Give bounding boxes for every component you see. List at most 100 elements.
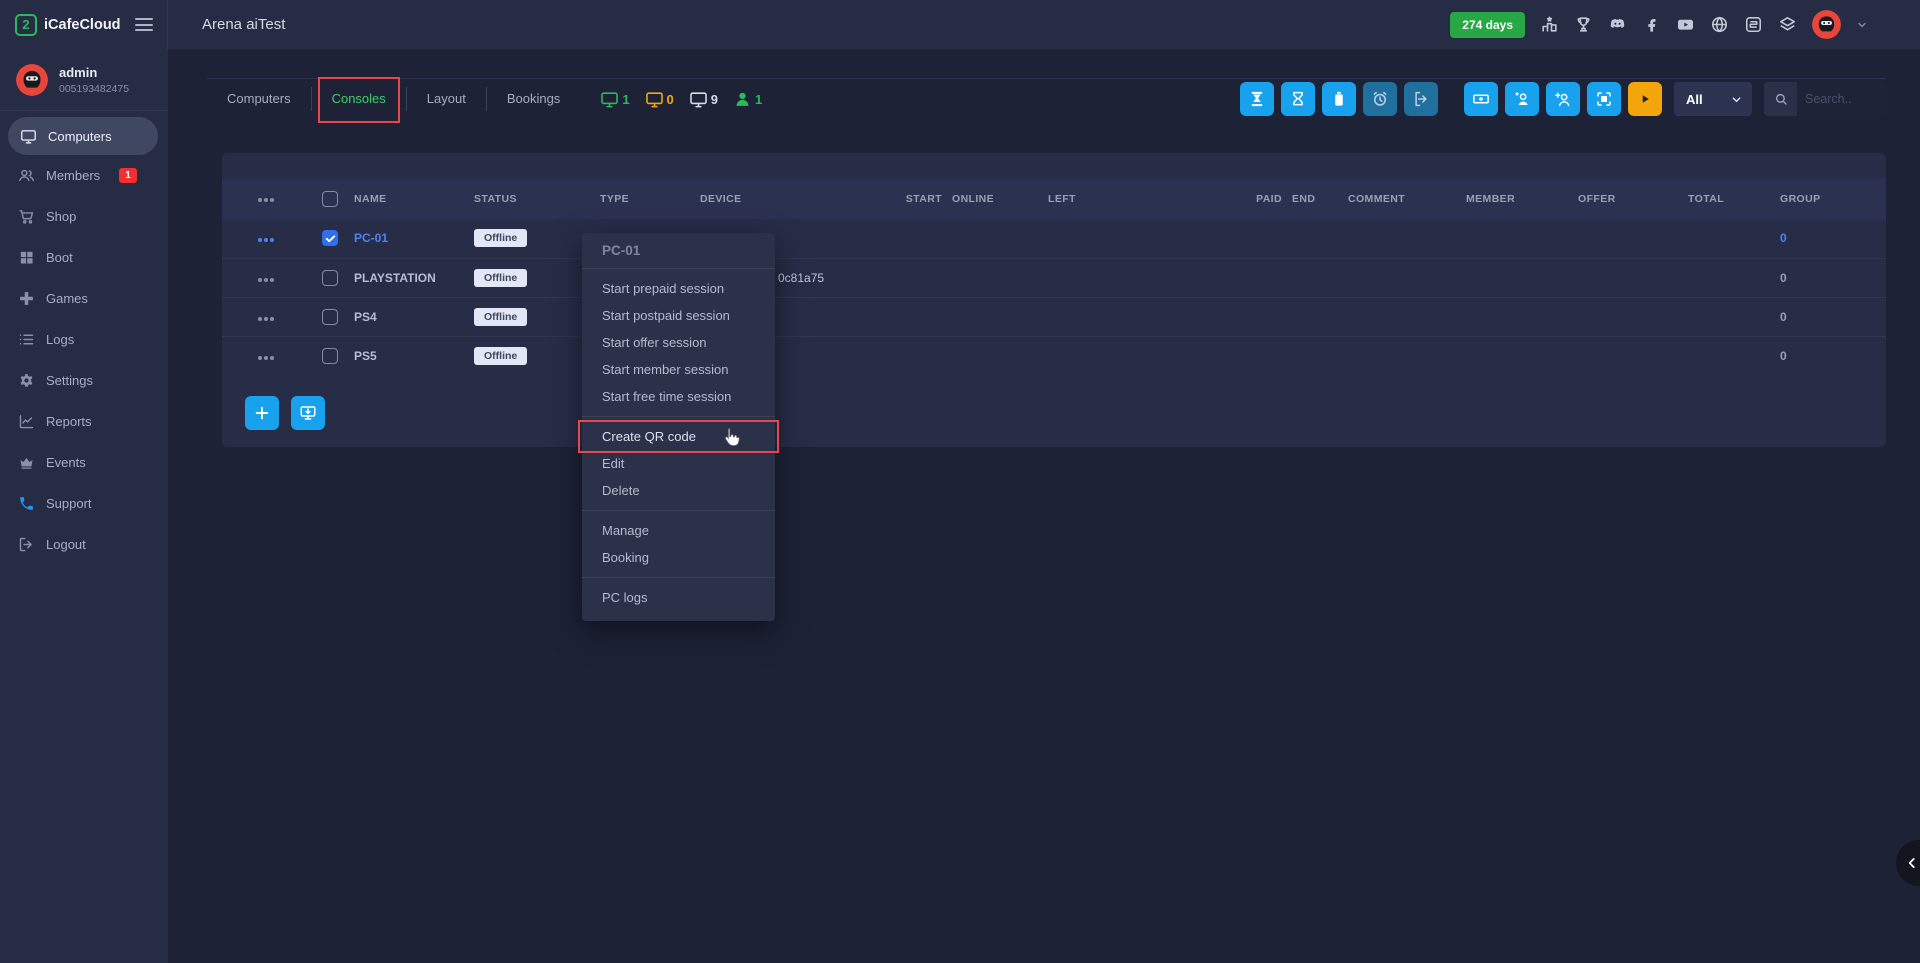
status-badge: Offline — [474, 347, 527, 365]
checkout-button[interactable] — [1404, 82, 1438, 116]
layers-icon[interactable] — [1778, 15, 1797, 34]
console-name[interactable]: PS5 — [354, 349, 377, 363]
ranking-icon[interactable] — [1540, 15, 1559, 34]
icafecloud-icon[interactable] — [1744, 15, 1763, 34]
menu-item-booking[interactable]: Booking — [582, 544, 775, 571]
sidebar-item-computers[interactable]: Computers — [8, 117, 158, 155]
counter-pcs-busy: 0 — [645, 90, 674, 109]
consoles-card: NAME STATUS TYPE DEVICE START ONLINE LEF… — [222, 153, 1886, 447]
row-checkbox[interactable] — [322, 230, 338, 246]
topbar: 2 iCafeCloud Arena aiTest 274 days — [0, 0, 1920, 49]
sidebar-item-shop[interactable]: Shop — [0, 196, 168, 237]
list-icon — [18, 331, 35, 348]
client-install-button[interactable] — [291, 396, 325, 430]
status-badge: Offline — [474, 269, 527, 287]
battery-button[interactable] — [1322, 82, 1356, 116]
select-all-checkbox[interactable] — [322, 191, 338, 207]
crown-icon — [18, 454, 35, 471]
subscription-days-badge[interactable]: 274 days — [1450, 12, 1525, 38]
group-count[interactable]: 0 — [1780, 349, 1787, 363]
member-star-button[interactable] — [1505, 82, 1539, 116]
sidebar-item-logs[interactable]: Logs — [0, 319, 168, 360]
counter-members-online: 1 — [733, 90, 762, 109]
sidebar-item-support[interactable]: Support — [0, 483, 168, 524]
menu-item-delete[interactable]: Delete — [582, 477, 775, 504]
group-count[interactable]: 0 — [1780, 271, 1787, 285]
globe-icon[interactable] — [1710, 15, 1729, 34]
row-checkbox[interactable] — [322, 348, 338, 364]
status-badge: Offline — [474, 229, 527, 247]
add-console-button[interactable] — [245, 396, 279, 430]
windows-icon — [18, 249, 35, 266]
start-button[interactable] — [1628, 82, 1662, 116]
row-checkbox[interactable] — [322, 270, 338, 286]
table-row[interactable]: PS5 Offline 0 — [222, 336, 1886, 375]
sidebar-avatar — [16, 64, 48, 96]
facebook-icon[interactable] — [1642, 15, 1661, 34]
menu-item-start-prepaid-session[interactable]: Start prepaid session — [582, 275, 775, 302]
menu-item-start-postpaid-session[interactable]: Start postpaid session — [582, 302, 775, 329]
menu-item-start-free-time-session[interactable]: Start free time session — [582, 383, 775, 410]
row-actions-button[interactable] — [258, 317, 262, 321]
menu-item-pc-logs[interactable]: PC logs — [582, 584, 775, 611]
sidebar-nav: Computers Members 1 Shop Boot Games Logs… — [0, 111, 168, 565]
card-footer-buttons — [245, 396, 325, 430]
menu-item-create-qr-code[interactable]: Create QR code — [582, 423, 775, 450]
sidebar-user-block[interactable]: admin 005193482475 — [0, 49, 168, 111]
members-icon — [18, 167, 35, 184]
discord-icon[interactable] — [1608, 15, 1627, 34]
sidebar-item-reports[interactable]: Reports — [0, 401, 168, 442]
tab-computers[interactable]: Computers — [207, 90, 311, 108]
menu-item-manage[interactable]: Manage — [582, 517, 775, 544]
search-box — [1764, 82, 1886, 116]
filter-select[interactable]: All — [1674, 82, 1752, 116]
table-row[interactable]: PC-01 Offline 0 — [222, 219, 1886, 258]
monitor-icon — [20, 128, 37, 145]
tab-layout[interactable]: Layout — [407, 90, 486, 108]
row-checkbox[interactable] — [322, 309, 338, 325]
chevron-down-icon[interactable] — [1856, 19, 1868, 31]
postpaid-session-button[interactable] — [1281, 82, 1315, 116]
tab-consoles[interactable]: Consoles — [312, 90, 406, 108]
brand-area: 2 iCafeCloud — [0, 0, 168, 49]
table-row[interactable]: PS4 Offline 0 — [222, 297, 1886, 336]
sidebar-item-logout[interactable]: Logout — [0, 524, 168, 565]
members-badge: 1 — [119, 168, 137, 183]
brand-name: iCafeCloud — [44, 17, 135, 33]
row-actions-button[interactable] — [258, 238, 262, 242]
trophy-icon[interactable] — [1574, 15, 1593, 34]
menu-item-edit[interactable]: Edit — [582, 450, 775, 477]
console-name[interactable]: PLAYSTATION — [354, 271, 436, 285]
search-input[interactable] — [1797, 82, 1886, 116]
tab-bookings[interactable]: Bookings — [487, 90, 580, 108]
prepaid-session-button[interactable] — [1240, 82, 1274, 116]
menu-item-start-offer-session[interactable]: Start offer session — [582, 329, 775, 356]
logout-icon — [18, 536, 35, 553]
menu-toggle-icon[interactable] — [135, 18, 153, 31]
sidebar: admin 005193482475 Computers Members 1 S… — [0, 49, 168, 963]
console-name[interactable]: PC-01 — [354, 231, 388, 245]
group-count[interactable]: 0 — [1780, 310, 1787, 324]
phone-icon — [18, 495, 35, 512]
row-actions-button[interactable] — [258, 356, 262, 360]
topbar-right: 274 days — [1450, 10, 1920, 39]
search-icon — [1764, 82, 1797, 116]
console-name[interactable]: PS4 — [354, 310, 377, 324]
sidebar-item-events[interactable]: Events — [0, 442, 168, 483]
menu-item-start-member-session[interactable]: Start member session — [582, 356, 775, 383]
gamepad-icon — [18, 290, 35, 307]
table-row[interactable]: PLAYSTATION Offline 0c81a75 0 — [222, 258, 1886, 297]
sidebar-item-games[interactable]: Games — [0, 278, 168, 319]
youtube-icon[interactable] — [1676, 15, 1695, 34]
qr-scan-button[interactable] — [1587, 82, 1621, 116]
row-actions-button[interactable] — [258, 278, 262, 282]
add-member-button[interactable] — [1546, 82, 1580, 116]
sidebar-item-members[interactable]: Members 1 — [0, 155, 168, 196]
cash-pay-button[interactable] — [1464, 82, 1498, 116]
sidebar-item-boot[interactable]: Boot — [0, 237, 168, 278]
alarm-button[interactable] — [1363, 82, 1397, 116]
group-count[interactable]: 0 — [1780, 231, 1787, 245]
sidebar-item-settings[interactable]: Settings — [0, 360, 168, 401]
chart-icon — [18, 413, 35, 430]
user-avatar[interactable] — [1812, 10, 1841, 39]
